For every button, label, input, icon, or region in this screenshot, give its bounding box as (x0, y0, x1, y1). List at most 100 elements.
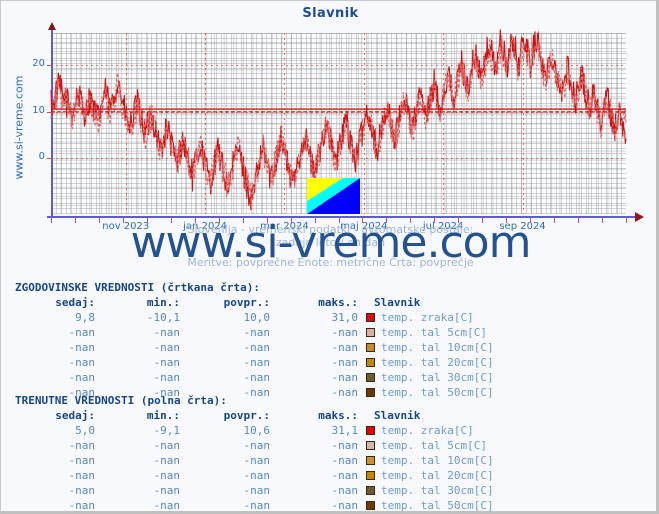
series-label: temp. tal 20cm[C] (381, 356, 494, 369)
series-legend-entry: temp. tal 20cm[C] (358, 355, 614, 370)
series-legend-entry: temp. tal 30cm[C] (358, 483, 614, 498)
color-swatch-icon (366, 426, 375, 435)
table-row: -nan -nan -nan -nan temp. tal 20cm[C] (15, 468, 614, 483)
cell-povpr: -nan (243, 439, 271, 452)
cell-min: -nan (153, 356, 181, 369)
current-values-block: TRENUTNE VREDNOSTI (polna črta): sedaj: … (15, 394, 655, 513)
col-min: min.: (146, 409, 180, 422)
cell-maks: -nan (331, 356, 359, 369)
cell-min: -nan (153, 484, 181, 497)
col-min: min.: (146, 296, 180, 309)
series-legend-entry: temp. tal 5cm[C] (358, 325, 614, 340)
series-label: temp. tal 30cm[C] (381, 484, 494, 497)
cell-sedaj: 5,0 (75, 424, 95, 437)
color-swatch-icon (366, 471, 375, 480)
col-sedaj: sedaj: (55, 296, 95, 309)
cell-povpr: -nan (243, 454, 271, 467)
series-label: temp. tal 10cm[C] (381, 454, 494, 467)
color-swatch-icon (366, 441, 375, 450)
series-legend-entry: temp. zraka[C] (358, 310, 614, 325)
cell-min: -nan (153, 326, 181, 339)
cell-maks: 31,0 (331, 311, 359, 324)
subtitle-line-2: zadnje leto / en dan (275, 236, 386, 249)
color-swatch-icon (366, 486, 375, 495)
cell-sedaj: -nan (68, 499, 96, 512)
y-axis-tick (47, 65, 52, 67)
color-swatch-icon (366, 328, 375, 337)
color-swatch-icon (366, 373, 375, 382)
col-sedaj: sedaj: (55, 409, 95, 422)
color-swatch-icon (366, 358, 375, 367)
table-row: -nan -nan -nan -nan temp. tal 5cm[C] (15, 438, 614, 453)
color-swatch-icon (366, 456, 375, 465)
series-label: temp. tal 50cm[C] (381, 499, 494, 512)
y-axis-arrow-icon (48, 22, 56, 30)
table-row: 5,0 -9,1 10,6 31,1 temp. zraka[C] (15, 423, 614, 438)
series-label: temp. tal 30cm[C] (381, 371, 494, 384)
table-header-row: sedaj: min.: povpr.: maks.: Slavnik (15, 409, 614, 423)
cell-povpr: -nan (243, 484, 271, 497)
table-row: -nan -nan -nan -nan temp. tal 30cm[C] (15, 483, 614, 498)
cell-sedaj: -nan (68, 439, 96, 452)
subtitle-line-1: Slovenija - vremenski podatki - avtomats… (187, 223, 474, 236)
y-axis-tick-label: 20 (32, 58, 45, 70)
current-values-heading: TRENUTNE VREDNOSTI (polna črta): (15, 394, 227, 407)
color-swatch-icon (366, 343, 375, 352)
cell-povpr: 10,0 (243, 311, 271, 324)
page-title: Slavnik (302, 6, 359, 21)
cell-maks: -nan (331, 371, 359, 384)
cell-min: -10,1 (146, 311, 180, 324)
cell-povpr: -nan (243, 326, 271, 339)
color-swatch-icon (366, 313, 375, 322)
col-povpr: povpr.: (223, 296, 270, 309)
table-row: -nan -nan -nan -nan temp. tal 5cm[C] (15, 325, 614, 340)
cell-maks: -nan (331, 341, 359, 354)
cell-maks: -nan (331, 439, 359, 452)
historic-values-heading: ZGODOVINSKE VREDNOSTI (črtkana črta): (15, 281, 261, 294)
chart-measure-info: Meritve: povprečne Enote: metrične Črta:… (187, 256, 474, 269)
cell-povpr: 10,6 (243, 424, 271, 437)
series-label: temp. tal 10cm[C] (381, 341, 494, 354)
cell-min: -nan (153, 439, 181, 452)
cell-min: -nan (153, 469, 181, 482)
cell-sedaj: -nan (68, 341, 96, 354)
series-legend-entry: temp. tal 10cm[C] (358, 453, 614, 468)
series-legend-entry: temp. tal 50cm[C] (358, 498, 614, 513)
cell-maks: -nan (331, 469, 359, 482)
table-row: -nan -nan -nan -nan temp. tal 10cm[C] (15, 340, 614, 355)
table-row: -nan -nan -nan -nan temp. tal 20cm[C] (15, 355, 614, 370)
table-row: -nan -nan -nan -nan temp. tal 30cm[C] (15, 370, 614, 385)
cell-maks: -nan (331, 326, 359, 339)
color-swatch-icon (366, 501, 375, 510)
cell-sedaj: -nan (68, 356, 96, 369)
cell-min: -nan (153, 341, 181, 354)
table-row: -nan -nan -nan -nan temp. tal 50cm[C] (15, 498, 614, 513)
cell-povpr: -nan (243, 356, 271, 369)
cell-sedaj: 9,8 (75, 311, 95, 324)
cell-povpr: -nan (243, 499, 271, 512)
series-legend-entry: temp. tal 30cm[C] (358, 370, 614, 385)
series-label: temp. tal 20cm[C] (381, 469, 494, 482)
cell-sedaj: -nan (68, 454, 96, 467)
cell-sedaj: -nan (68, 326, 96, 339)
y-axis-tick (47, 158, 52, 160)
cell-maks: 31,1 (331, 424, 359, 437)
current-values-table: sedaj: min.: povpr.: maks.: Slavnik 5,0-… (15, 409, 614, 513)
x-axis (47, 216, 636, 218)
cell-povpr: -nan (243, 341, 271, 354)
weather-chart-page: Slavnik www.si-vreme.com 0 10 20 nov 2023 ja… (0, 0, 659, 514)
series-label: temp. zraka[C] (381, 424, 474, 437)
table-row: 9,8 -10,1 10,0 31,0 temp. zraka[C] (15, 310, 614, 325)
x-axis-arrow-icon (635, 212, 644, 222)
cell-sedaj: -nan (68, 469, 96, 482)
si-vreme-logo-icon (307, 178, 360, 214)
series-legend-entry: temp. tal 20cm[C] (358, 468, 614, 483)
chart-subtitle: Slovenija - vremenski podatki - avtomats… (1, 223, 659, 249)
cell-maks: -nan (331, 499, 359, 512)
cell-min: -nan (153, 454, 181, 467)
cell-min: -nan (153, 371, 181, 384)
col-maks: maks.: (318, 296, 358, 309)
col-station: Slavnik (374, 296, 421, 309)
series-label: temp. tal 5cm[C] (381, 439, 487, 452)
cell-sedaj: -nan (68, 484, 96, 497)
